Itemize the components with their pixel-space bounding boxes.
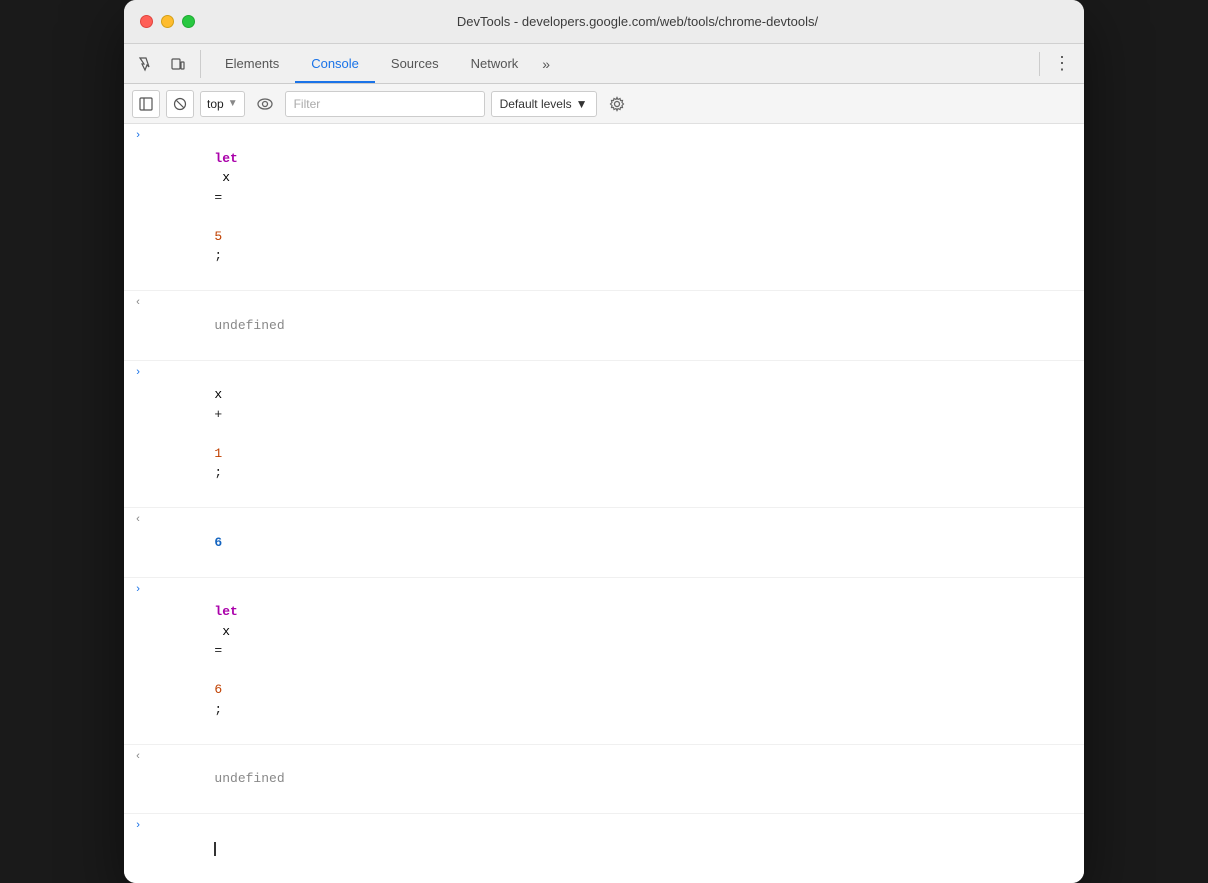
minimize-button[interactable] (161, 15, 174, 28)
sidebar-toggle-button[interactable] (132, 90, 160, 118)
number: 5 (214, 229, 222, 244)
console-code[interactable]: let x = 6 ; (152, 583, 1076, 739)
keyword: let (214, 604, 237, 619)
device-icon-button[interactable] (164, 50, 192, 78)
clear-console-button[interactable] (166, 90, 194, 118)
window-title: DevTools - developers.google.com/web/too… (207, 14, 1068, 29)
code-space (214, 426, 222, 441)
code-text: x (214, 624, 237, 639)
tabbar: Elements Console Sources Network » ⋮ (124, 44, 1084, 84)
tab-console[interactable]: Console (295, 44, 375, 83)
filter-input[interactable] (285, 91, 485, 117)
console-code[interactable]: let x = 5 ; (152, 129, 1076, 285)
tab-elements[interactable]: Elements (209, 44, 295, 83)
code-text: x (214, 170, 237, 185)
output-value: 6 (214, 535, 222, 550)
tab-separator (1039, 52, 1040, 76)
console-prompt-row[interactable]: › (124, 814, 1084, 883)
devtools-window: DevTools - developers.google.com/web/too… (124, 0, 1084, 883)
console-content: › let x = 5 ; ‹ undefined › x + (124, 124, 1084, 883)
prompt-arrow: › (124, 819, 152, 832)
tabs-container: Elements Console Sources Network » (209, 44, 1031, 83)
console-code[interactable]: x + 1 ; (152, 366, 1076, 503)
console-row: ‹ 6 (124, 508, 1084, 578)
tab-icon-group (132, 50, 201, 78)
text-cursor (214, 842, 216, 856)
output-arrow: ‹ (124, 513, 152, 526)
live-expression-button[interactable] (251, 90, 279, 118)
console-input-area[interactable] (152, 819, 1076, 878)
punctuation: ; (214, 702, 222, 717)
operator: = (214, 643, 222, 658)
maximize-button[interactable] (182, 15, 195, 28)
titlebar: DevTools - developers.google.com/web/too… (124, 0, 1084, 44)
console-toolbar: top ▼ Default levels ▼ (124, 84, 1084, 124)
operator: = (214, 190, 222, 205)
keyword: let (214, 151, 237, 166)
console-output: undefined (152, 750, 1076, 809)
console-row: › let x = 5 ; (124, 124, 1084, 291)
context-selector[interactable]: top ▼ (200, 91, 245, 117)
tab-network[interactable]: Network (455, 44, 535, 83)
output-value: undefined (214, 318, 284, 333)
number: 6 (214, 682, 222, 697)
traffic-lights (140, 15, 195, 28)
punctuation: ; (214, 465, 222, 480)
operator: + (214, 407, 222, 422)
output-arrow: ‹ (124, 750, 152, 763)
tab-sources[interactable]: Sources (375, 44, 455, 83)
settings-button[interactable] (603, 90, 631, 118)
code-space (214, 663, 222, 678)
console-row: › x + 1 ; (124, 361, 1084, 509)
input-arrow: › (124, 583, 152, 596)
punctuation: ; (214, 248, 222, 263)
code-space (214, 209, 222, 224)
output-arrow: ‹ (124, 296, 152, 309)
input-arrow: › (124, 129, 152, 142)
console-row: › let x = 6 ; (124, 578, 1084, 745)
output-value: undefined (214, 771, 284, 786)
close-button[interactable] (140, 15, 153, 28)
console-output: 6 (152, 513, 1076, 572)
console-row: ‹ undefined (124, 291, 1084, 361)
code-text: x (214, 387, 230, 402)
inspect-icon-button[interactable] (132, 50, 160, 78)
devtools-menu-button[interactable]: ⋮ (1048, 50, 1076, 78)
log-levels-button[interactable]: Default levels ▼ (491, 91, 597, 117)
more-tabs-button[interactable]: » (534, 44, 558, 83)
levels-arrow-icon: ▼ (576, 97, 588, 111)
console-row: ‹ undefined (124, 745, 1084, 815)
input-arrow: › (124, 366, 152, 379)
number: 1 (214, 446, 222, 461)
context-arrow-icon: ▼ (228, 98, 238, 109)
console-output: undefined (152, 296, 1076, 355)
